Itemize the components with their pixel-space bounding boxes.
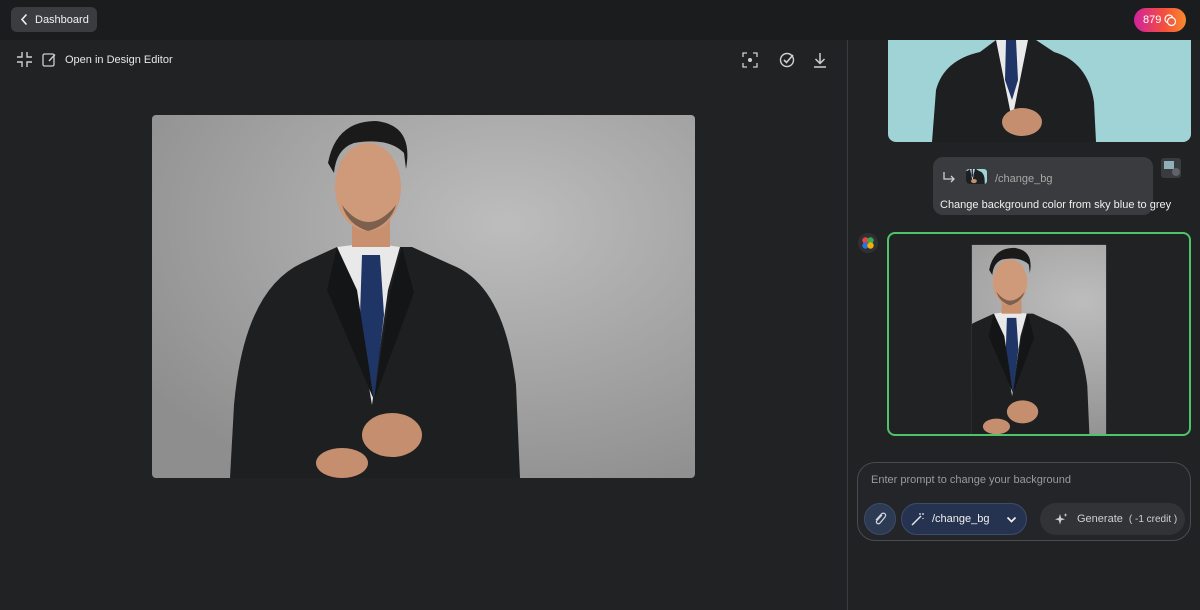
coins-icon (1164, 14, 1177, 27)
portrait-photo (152, 115, 695, 478)
focus-button[interactable] (742, 52, 758, 73)
credit-cost: ( -1 credit ) (1128, 513, 1178, 525)
previous-result-image[interactable] (888, 40, 1191, 142)
assistant-logo-icon (862, 237, 874, 249)
back-button-label: Dashboard (35, 13, 89, 26)
credits-badge[interactable]: 879 (1134, 8, 1186, 32)
generate-button[interactable]: Generate ( -1 credit ) (1040, 503, 1185, 535)
command-select[interactable]: /change_bg (901, 503, 1027, 535)
sparkle-icon (1055, 513, 1068, 525)
back-to-dashboard-button[interactable]: Dashboard (11, 7, 97, 32)
top-bar: Dashboard 879 (0, 0, 1200, 40)
download-button[interactable] (812, 52, 828, 73)
generated-result-image[interactable] (887, 232, 1191, 436)
focus-icon (742, 52, 758, 68)
compare-button[interactable] (779, 52, 795, 73)
attach-button[interactable] (864, 503, 896, 535)
selected-command: /change_bg (932, 513, 990, 525)
message-command: /change_bg (995, 173, 1053, 185)
prompt-box: Enter prompt to change your background /… (857, 462, 1191, 541)
open-design-editor-link[interactable]: Open in Design Editor (65, 54, 173, 66)
paperclip-icon (875, 512, 887, 525)
chevron-left-icon (20, 14, 27, 25)
magic-wand-icon (911, 512, 924, 526)
message-text: Change background color from sky blue to… (940, 199, 1172, 211)
assistant-avatar (858, 233, 878, 253)
download-icon (814, 53, 826, 68)
canvas-toolbar: Open in Design Editor (16, 51, 173, 68)
main-image (152, 115, 695, 478)
reply-arrow-icon (943, 172, 955, 183)
chevron-down-icon (1006, 516, 1017, 523)
collapse-icon[interactable] (16, 51, 33, 68)
credits-count: 879 (1143, 14, 1162, 26)
portrait-grey-result (971, 244, 1107, 434)
compare-icon (779, 52, 795, 68)
edit-icon[interactable] (42, 52, 57, 67)
portrait-blue-photo (888, 40, 1191, 142)
reference-thumbnail (966, 169, 987, 184)
generate-label: Generate (1077, 513, 1123, 525)
user-message-bubble: /change_bg Change background color from … (933, 157, 1171, 215)
user-avatar (1160, 157, 1182, 179)
prompt-input[interactable]: Enter prompt to change your background (871, 474, 1071, 486)
panel-divider (847, 40, 848, 610)
